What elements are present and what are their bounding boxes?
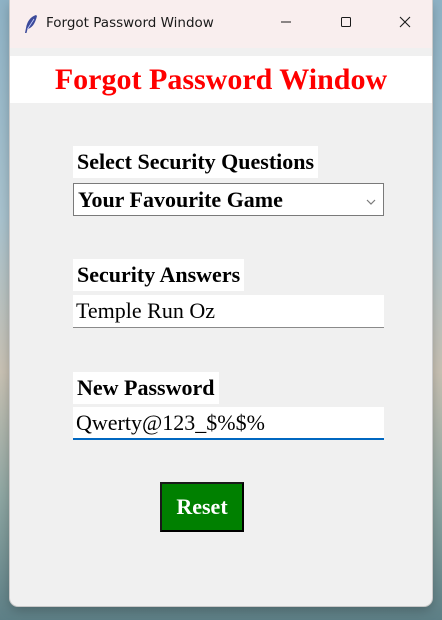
- close-button[interactable]: [382, 0, 428, 48]
- page-title: Forgot Password Window: [54, 62, 388, 96]
- security-answer-input[interactable]: [73, 295, 384, 328]
- forgot-password-window: Forgot Password Window Forgot Password W…: [10, 0, 432, 606]
- feather-icon: [22, 14, 40, 34]
- security-question-selected: Your Favourite Game: [78, 187, 283, 212]
- maximize-icon: [340, 15, 352, 33]
- security-question-label: Select Security Questions: [73, 146, 319, 178]
- maximize-button[interactable]: [323, 0, 369, 48]
- reset-button[interactable]: Reset: [160, 482, 244, 532]
- title-bar[interactable]: Forgot Password Window: [10, 0, 432, 48]
- window-title: Forgot Password Window: [46, 15, 214, 31]
- chevron-down-icon[interactable]: [365, 194, 377, 205]
- new-password-input[interactable]: [73, 407, 384, 440]
- page-banner: Forgot Password Window: [10, 56, 432, 103]
- security-answer-label: Security Answers: [73, 259, 245, 291]
- minimize-button[interactable]: [263, 0, 309, 48]
- security-question-dropdown[interactable]: Your Favourite Game: [73, 183, 384, 216]
- minimize-icon: [280, 15, 292, 33]
- new-password-label: New Password: [73, 372, 219, 404]
- close-icon: [399, 15, 411, 33]
